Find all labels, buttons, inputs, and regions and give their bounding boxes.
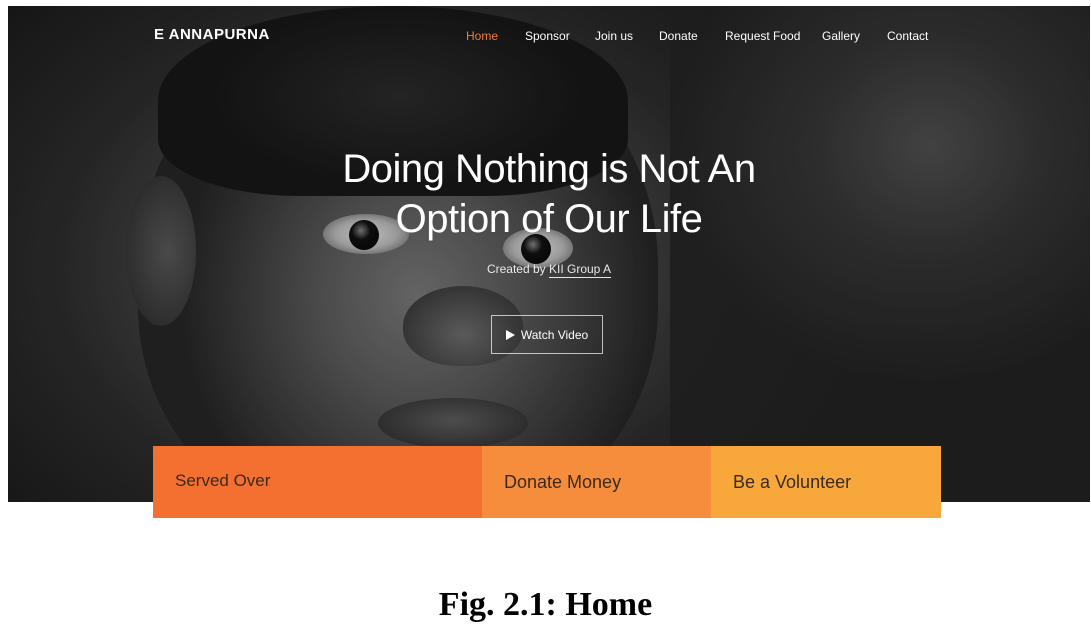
nav-item-gallery[interactable]: Gallery: [822, 29, 860, 43]
brand-logo[interactable]: E ANNAPURNA: [154, 26, 270, 43]
figure-caption: Fig. 2.1: Home: [438, 586, 653, 623]
feature-label: Served Over: [175, 471, 271, 490]
feature-be-a-volunteer[interactable]: Be a Volunteer: [711, 446, 941, 518]
nav-item-request-food[interactable]: Request Food: [725, 29, 800, 43]
nav-item-home[interactable]: Home: [466, 29, 498, 43]
hero-section: E ANNAPURNA Home Sponsor Join us Donate …: [8, 6, 1090, 502]
hero-credit: Created by KII Group A: [8, 262, 1090, 278]
nav-item-sponsor[interactable]: Sponsor: [525, 29, 570, 43]
watch-video-label: Watch Video: [520, 327, 589, 342]
nav-item-join-us[interactable]: Join us: [595, 29, 633, 43]
hero-title-line1: Doing Nothing is Not An: [342, 147, 756, 191]
nav-item-contact[interactable]: Contact: [887, 29, 928, 43]
credit-author-link[interactable]: KII Group A: [549, 262, 612, 278]
page: E ANNAPURNA Home Sponsor Join us Donate …: [0, 0, 1091, 628]
hero-title-line2: Option of Our Life: [395, 197, 703, 241]
credit-prefix: Created by: [486, 262, 546, 276]
play-icon: [505, 329, 515, 340]
watch-video-button[interactable]: Watch Video: [491, 315, 603, 354]
feature-donate-money[interactable]: Donate Money: [482, 446, 711, 518]
hero-overlay: [8, 6, 1090, 502]
feature-label: Donate Money: [504, 472, 622, 492]
feature-served-over[interactable]: Served Over: [153, 446, 482, 518]
hero-title: Doing Nothing is Not An Option of Our Li…: [8, 144, 1090, 244]
nav-item-donate[interactable]: Donate: [659, 29, 698, 43]
feature-label: Be a Volunteer: [733, 472, 852, 492]
